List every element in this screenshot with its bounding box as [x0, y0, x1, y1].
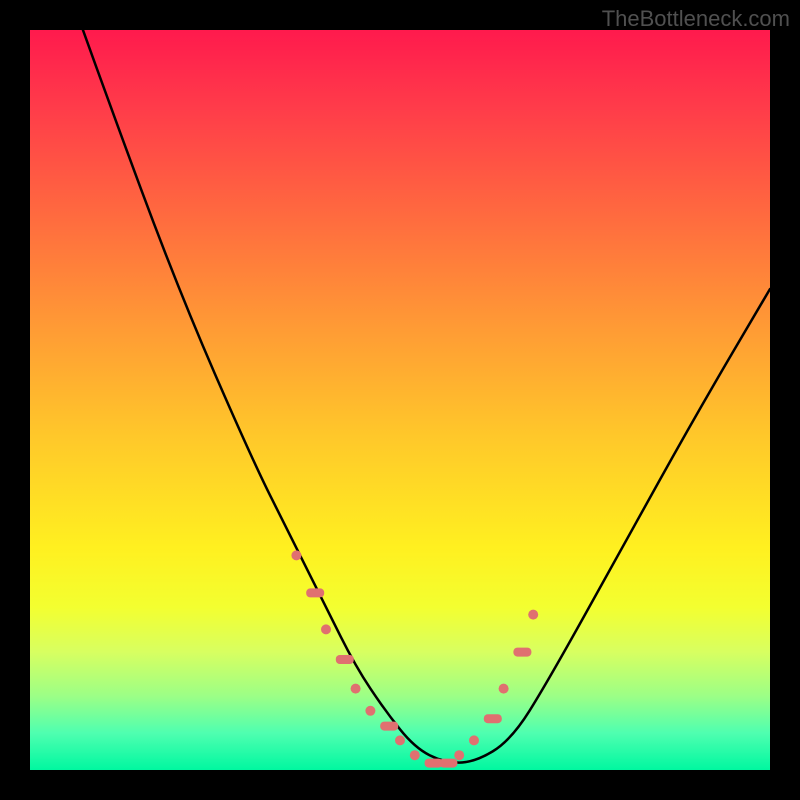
- marker-dot: [365, 706, 375, 716]
- marker-dot: [291, 550, 301, 560]
- marker-dot: [395, 735, 405, 745]
- chart-frame: TheBottleneck.com: [0, 0, 800, 800]
- marker-bar: [439, 759, 457, 768]
- marker-group: [291, 550, 538, 767]
- marker-dot: [321, 624, 331, 634]
- marker-dot: [469, 735, 479, 745]
- watermark-text: TheBottleneck.com: [602, 6, 790, 32]
- plot-area: [30, 30, 770, 770]
- marker-dot: [410, 750, 420, 760]
- marker-bar: [484, 714, 502, 723]
- marker-dot: [528, 610, 538, 620]
- marker-dot: [351, 684, 361, 694]
- curve-svg: [30, 30, 770, 770]
- marker-bar: [336, 655, 354, 664]
- marker-bar: [306, 588, 324, 597]
- marker-dot: [499, 684, 509, 694]
- bottleneck-curve: [30, 0, 770, 763]
- marker-bar: [513, 648, 531, 657]
- marker-dot: [454, 750, 464, 760]
- marker-bar: [380, 722, 398, 731]
